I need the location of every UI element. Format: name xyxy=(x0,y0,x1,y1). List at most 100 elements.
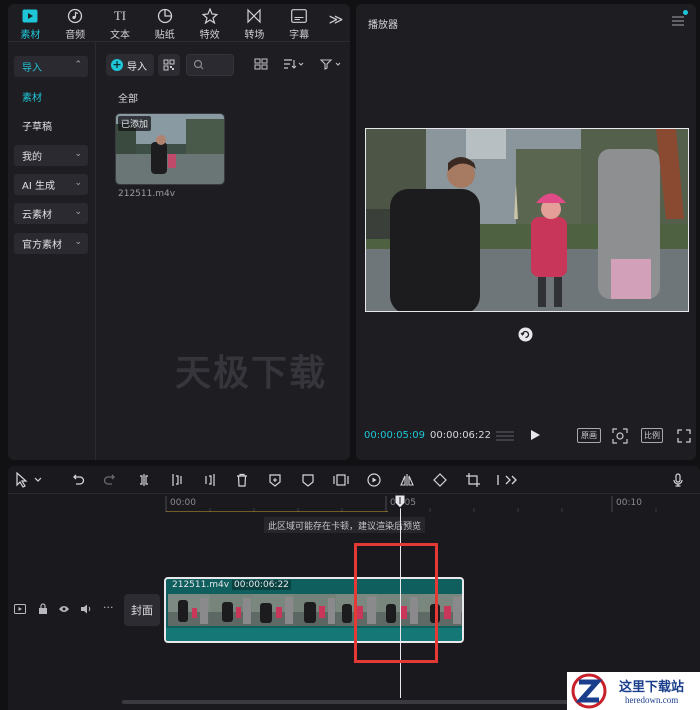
sidebar-item-subdraft[interactable]: 子草稿 xyxy=(14,115,88,136)
sidebar-item-label: 子草稿 xyxy=(22,122,52,133)
chevron-up-icon: ⌃ xyxy=(74,60,82,70)
mirror-icon[interactable] xyxy=(399,472,415,488)
more-options-icon[interactable]: ··· xyxy=(103,601,114,614)
playhead-handle[interactable] xyxy=(394,494,406,509)
text-icon: TI xyxy=(113,8,127,23)
mark-icon[interactable] xyxy=(267,472,283,488)
freeze-frame-icon[interactable] xyxy=(333,472,349,488)
audio-icon xyxy=(66,8,84,24)
undo-icon[interactable] xyxy=(70,472,86,488)
tab-audio[interactable]: 音频 xyxy=(53,4,98,42)
tab-media[interactable]: 素材 xyxy=(8,4,53,42)
rotate-icon[interactable] xyxy=(518,327,533,342)
grid-view-icon[interactable] xyxy=(254,58,268,72)
tab-subtitle[interactable]: 字幕 xyxy=(277,4,322,42)
timeline-toolbar xyxy=(8,466,700,494)
player-panel: 播放器 00:00:05:09 00:00:06:22 原画 比例 xyxy=(356,4,696,460)
split-left-icon[interactable] xyxy=(169,472,185,488)
transition-icon xyxy=(245,8,263,24)
sidebar-item-label: 官方素材 xyxy=(22,240,62,251)
media-icon xyxy=(21,8,39,24)
tab-bar: 素材 音频 TI 文本 贴纸 特效 转场 字幕 ≫ xyxy=(8,4,350,42)
tab-text[interactable]: TI 文本 xyxy=(98,4,143,42)
qr-code-icon xyxy=(163,59,175,71)
microphone-icon[interactable] xyxy=(670,472,686,488)
current-time: 00:00:05:09 xyxy=(364,430,426,441)
subtitle-icon xyxy=(290,8,308,24)
lock-icon[interactable] xyxy=(38,603,48,618)
sidebar-item-media[interactable]: 素材 xyxy=(14,86,88,107)
sidebar-item-ai[interactable]: AI 生成 ⌄ xyxy=(14,174,88,195)
fullscreen-icon[interactable] xyxy=(677,429,691,443)
video-track-icon[interactable] xyxy=(14,604,26,617)
media-thumbnail[interactable]: 已添加 xyxy=(115,113,225,185)
effects-icon xyxy=(201,8,219,24)
sidebar-item-label: 我的 xyxy=(22,152,42,163)
chevron-down-icon: ⌄ xyxy=(74,207,82,217)
clip-duration: 00:00:06:22 xyxy=(232,580,291,590)
site-watermark-url: heredown.com xyxy=(625,695,679,705)
chevron-down-icon: ⌄ xyxy=(74,149,82,159)
menu-icon[interactable] xyxy=(672,16,684,26)
sidebar-item-label: 云素材 xyxy=(22,210,52,221)
chevron-down-icon: ⌄ xyxy=(74,237,82,247)
redo-icon[interactable] xyxy=(102,472,118,488)
filter-icon[interactable] xyxy=(319,58,344,72)
cover-label: 封面 xyxy=(131,604,153,617)
more-tabs-icon[interactable]: ≫ xyxy=(326,12,346,32)
section-label-all: 全部 xyxy=(118,94,138,105)
tab-transition[interactable]: 转场 xyxy=(232,4,277,42)
total-time: 00:00:06:22 xyxy=(430,430,492,441)
media-toolbar: + 导入 xyxy=(106,52,346,76)
track-header: ··· xyxy=(8,576,120,644)
player-title: 播放器 xyxy=(368,20,398,31)
media-filename: 212511.m4v xyxy=(118,189,176,199)
delete-icon[interactable] xyxy=(234,472,250,488)
tab-label: 文本 xyxy=(109,30,130,41)
ratio-label: 比例 xyxy=(644,431,660,440)
sidebar-item-mine[interactable]: 我的 ⌄ xyxy=(14,145,88,166)
split-right-icon[interactable] xyxy=(202,472,218,488)
eye-icon[interactable] xyxy=(58,604,70,617)
time-ruler[interactable]: 00:00 00:05 00:10 xyxy=(8,494,700,512)
video-preview[interactable] xyxy=(365,128,689,312)
ruler-label: 00:00 xyxy=(170,498,196,508)
search-input[interactable] xyxy=(186,54,234,76)
sidebar: 导入 ⌃ 素材 子草稿 我的 ⌄ AI 生成 ⌄ 云素材 ⌄ 官方素材 ⌄ xyxy=(8,42,96,460)
highlight-annotation xyxy=(354,543,438,663)
fullscreen-frame-icon[interactable] xyxy=(612,428,628,444)
crop-icon[interactable] xyxy=(465,472,481,488)
sort-icon[interactable] xyxy=(283,58,305,72)
play-icon[interactable] xyxy=(529,429,541,441)
video-frame-image xyxy=(366,129,688,311)
tab-effects[interactable]: 特效 xyxy=(187,4,232,42)
tab-sticker[interactable]: 贴纸 xyxy=(142,4,187,42)
split-icon[interactable] xyxy=(136,472,152,488)
clip-name: 212511.m4v xyxy=(172,580,230,590)
tab-label: 字幕 xyxy=(289,30,310,41)
site-watermark: 这里下载站 heredown.com xyxy=(567,672,700,710)
timecode-grid-icon xyxy=(496,430,514,442)
sidebar-item-cloud[interactable]: 云素材 ⌄ xyxy=(14,203,88,224)
site-watermark-title: 这里下载站 xyxy=(619,680,685,695)
marker-icon[interactable] xyxy=(300,472,316,488)
original-quality-button[interactable]: 原画 xyxy=(577,428,601,443)
reverse-play-icon[interactable] xyxy=(366,472,382,488)
sidebar-item-official[interactable]: 官方素材 ⌄ xyxy=(14,233,88,254)
more-tools-icon[interactable] xyxy=(494,472,522,488)
rotate-clip-icon[interactable] xyxy=(432,472,448,488)
ruler-label: 00:10 xyxy=(616,498,642,508)
select-tool-icon[interactable] xyxy=(14,472,44,488)
ratio-button[interactable]: 比例 xyxy=(641,428,663,443)
sidebar-item-import[interactable]: 导入 ⌃ xyxy=(14,56,88,77)
audio-volume-icon[interactable] xyxy=(80,604,92,617)
watermark-text: 天极下载 xyxy=(175,353,328,394)
horizontal-scrollbar[interactable] xyxy=(122,700,582,704)
tab-label: 素材 xyxy=(20,30,41,41)
added-badge: 已添加 xyxy=(118,116,152,131)
original-label: 原画 xyxy=(581,431,597,440)
qr-code-button[interactable] xyxy=(158,54,180,76)
chevron-down-icon: ⌄ xyxy=(74,178,82,188)
cover-button[interactable]: 封面 xyxy=(124,594,160,626)
import-button[interactable]: + 导入 xyxy=(106,54,154,76)
